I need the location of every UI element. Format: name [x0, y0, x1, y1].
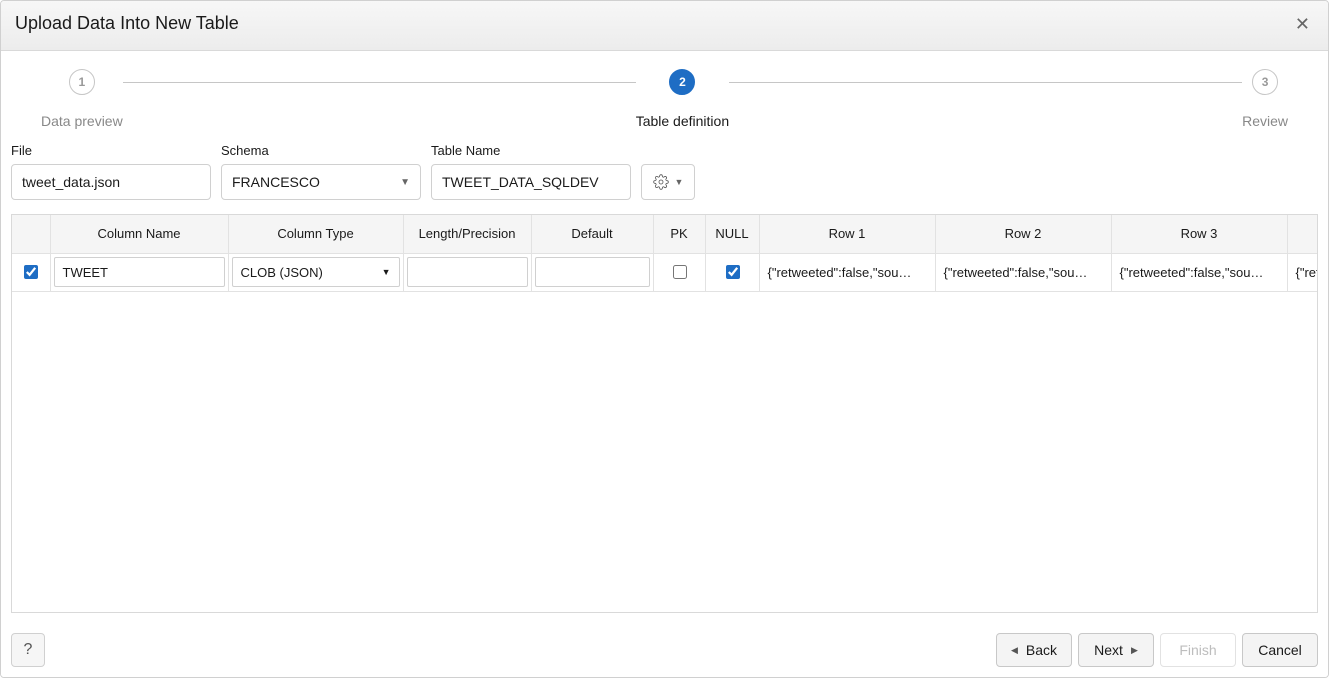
- step-number: 1: [69, 69, 95, 95]
- footer-buttons: ◀ Back Next ▶ Finish Cancel: [996, 633, 1318, 667]
- length-input[interactable]: [407, 257, 528, 287]
- dialog-footer: ? ◀ Back Next ▶ Finish Cancel: [1, 623, 1328, 677]
- step-connector: [123, 82, 636, 83]
- table-name-group: Table Name TWEET_DATA_SQLDEV: [431, 143, 631, 200]
- default-input[interactable]: [535, 257, 650, 287]
- th-type: Column Type: [228, 215, 403, 253]
- null-checkbox[interactable]: [726, 265, 740, 279]
- cell-row4: {"ret: [1287, 253, 1318, 291]
- finish-label: Finish: [1179, 642, 1216, 658]
- table-name-label: Table Name: [431, 143, 631, 158]
- step-label: Table definition: [636, 113, 729, 129]
- file-group: File tweet_data.json: [11, 143, 211, 200]
- column-type-select[interactable]: CLOB (JSON) ▼: [232, 257, 400, 287]
- include-checkbox[interactable]: [24, 265, 38, 279]
- cell-row1: {"retweeted":false,"sou…: [759, 253, 935, 291]
- step-number: 2: [669, 69, 695, 95]
- th-pk: PK: [653, 215, 705, 253]
- upload-dialog: Upload Data Into New Table ✕ 1 Data prev…: [0, 0, 1329, 678]
- cell-row2: {"retweeted":false,"sou…: [935, 253, 1111, 291]
- cancel-button[interactable]: Cancel: [1242, 633, 1318, 667]
- step-label: Review: [1242, 113, 1288, 129]
- close-icon[interactable]: ✕: [1291, 15, 1314, 33]
- th-null: NULL: [705, 215, 759, 253]
- th-def: Default: [531, 215, 653, 253]
- table-row: TWEET CLOB (JSON) ▼: [12, 253, 1318, 291]
- cancel-label: Cancel: [1258, 642, 1302, 658]
- back-button[interactable]: ◀ Back: [996, 633, 1072, 667]
- help-icon: ?: [24, 641, 33, 659]
- schema-select[interactable]: FRANCESCO ▼: [221, 164, 421, 200]
- table-name-input[interactable]: TWEET_DATA_SQLDEV: [431, 164, 631, 200]
- cell-name: TWEET: [50, 253, 228, 291]
- column-name-value: TWEET: [63, 265, 109, 280]
- wizard-stepper: 1 Data preview 2 Table definition 3 Revi…: [1, 51, 1328, 129]
- table-name-value: TWEET_DATA_SQLDEV: [442, 174, 599, 190]
- th-row1: Row 1: [759, 215, 935, 253]
- caret-down-icon: ▼: [400, 177, 410, 188]
- step-review[interactable]: 3 Review: [1242, 69, 1288, 129]
- column-type-value: CLOB (JSON): [241, 265, 323, 280]
- cell-row3: {"retweeted":false,"sou…: [1111, 253, 1287, 291]
- step-data-preview[interactable]: 1 Data preview: [41, 69, 123, 129]
- form-row: File tweet_data.json Schema FRANCESCO ▼ …: [1, 129, 1328, 208]
- step-label: Data preview: [41, 113, 123, 129]
- next-button[interactable]: Next ▶: [1078, 633, 1154, 667]
- settings-group: ▼: [641, 143, 695, 200]
- caret-down-icon: ▼: [382, 267, 391, 277]
- cell-include: [12, 253, 50, 291]
- step-table-definition[interactable]: 2 Table definition: [636, 69, 729, 129]
- th-len: Length/Precision: [403, 215, 531, 253]
- schema-group: Schema FRANCESCO ▼: [221, 143, 421, 200]
- schema-label: Schema: [221, 143, 421, 158]
- th-row4: [1287, 215, 1318, 253]
- next-label: Next: [1094, 642, 1123, 658]
- cell-len: [403, 253, 531, 291]
- help-button[interactable]: ?: [11, 633, 45, 667]
- schema-value: FRANCESCO: [232, 174, 320, 190]
- back-label: Back: [1026, 642, 1057, 658]
- dialog-title: Upload Data Into New Table: [15, 13, 239, 34]
- cell-pk: [653, 253, 705, 291]
- finish-button: Finish: [1160, 633, 1236, 667]
- triangle-right-icon: ▶: [1131, 645, 1138, 656]
- th-row3: Row 3: [1111, 215, 1287, 253]
- th-row2: Row 2: [935, 215, 1111, 253]
- settings-button[interactable]: ▼: [641, 164, 695, 200]
- step-connector: [729, 82, 1242, 83]
- table-header-row: Column Name Column Type Length/Precision…: [12, 215, 1318, 253]
- step-number: 3: [1252, 69, 1278, 95]
- gear-icon: [653, 174, 669, 190]
- file-label: File: [11, 143, 211, 158]
- triangle-left-icon: ◀: [1011, 645, 1018, 656]
- file-input[interactable]: tweet_data.json: [11, 164, 211, 200]
- dialog-header: Upload Data Into New Table ✕: [1, 1, 1328, 51]
- caret-down-icon: ▼: [675, 177, 684, 187]
- cell-type: CLOB (JSON) ▼: [228, 253, 403, 291]
- file-value: tweet_data.json: [22, 174, 120, 190]
- pk-checkbox[interactable]: [673, 265, 687, 279]
- columns-table: Column Name Column Type Length/Precision…: [11, 214, 1318, 613]
- cell-def: [531, 253, 653, 291]
- th-check: [12, 215, 50, 253]
- column-name-input[interactable]: TWEET: [54, 257, 225, 287]
- cell-null: [705, 253, 759, 291]
- th-name: Column Name: [50, 215, 228, 253]
